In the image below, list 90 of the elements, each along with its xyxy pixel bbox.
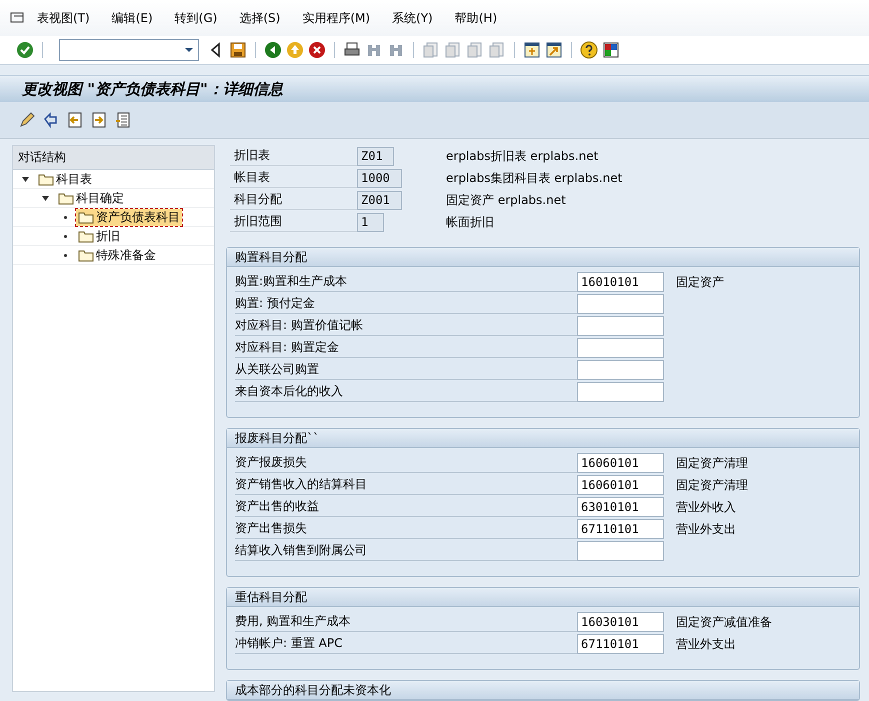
- group-title: 成本部分的科目分配未资本化: [227, 681, 859, 700]
- group-title: 重估科目分配: [227, 588, 859, 607]
- input-field[interactable]: [577, 360, 664, 380]
- save-icon[interactable]: [229, 41, 247, 59]
- input-field[interactable]: 63010101: [577, 497, 664, 517]
- input-field[interactable]: [577, 294, 664, 314]
- input-field[interactable]: 1000: [357, 168, 402, 188]
- menu-item[interactable]: 编辑(E): [112, 10, 153, 26]
- tree-node[interactable]: 折旧: [76, 228, 122, 244]
- field-description: 营业外支出: [676, 520, 736, 538]
- field-label: 资产销售收入的结算科目: [235, 475, 577, 495]
- menu-item[interactable]: 表视图(T): [37, 10, 90, 26]
- input-field[interactable]: 67110101: [577, 634, 664, 654]
- menu-item[interactable]: 帮助(H): [454, 10, 498, 26]
- back-circle-icon[interactable]: [264, 41, 282, 59]
- field-description: 固定资产 erplabs.net: [446, 192, 567, 208]
- input-field[interactable]: [577, 541, 664, 561]
- expanded-icon[interactable]: [41, 194, 50, 202]
- cancel-icon[interactable]: [308, 41, 326, 59]
- input-field[interactable]: [577, 338, 664, 358]
- shortcut-icon[interactable]: [545, 41, 563, 59]
- folder-icon: [78, 210, 94, 224]
- folder-icon: [78, 230, 94, 242]
- field-label: 资产出售损失: [235, 519, 577, 539]
- menu-item[interactable]: 转到(G): [174, 10, 218, 26]
- field-description: 营业外收入: [676, 498, 736, 516]
- input-field[interactable]: Z001: [357, 190, 402, 210]
- next-entry-icon[interactable]: [90, 111, 108, 129]
- screen-title: 更改视图 "资产负债表科目"：详细信息: [22, 80, 283, 98]
- field-description: 固定资产清理: [676, 476, 748, 494]
- field-description: 固定资产清理: [676, 454, 748, 472]
- command-field[interactable]: [59, 39, 199, 61]
- field-label: 资产报废损失: [235, 453, 577, 473]
- help-icon[interactable]: [580, 41, 598, 59]
- input-field[interactable]: Z01: [357, 146, 394, 166]
- menu-item[interactable]: 系统(Y): [392, 10, 433, 26]
- tree-node[interactable]: 特殊准备金: [76, 246, 158, 264]
- field-description: 固定资产减值准备: [676, 614, 772, 630]
- field-description: 固定资产: [676, 274, 724, 290]
- folder-icon: [58, 192, 74, 204]
- tree-label: 资产负债表科目: [96, 208, 180, 226]
- tree-node[interactable]: 资产负债表科目: [76, 208, 182, 226]
- undo-icon[interactable]: [42, 111, 60, 129]
- field-label: 对应科目: 购置定金: [235, 338, 577, 358]
- group-title: 购置科目分配: [227, 248, 859, 267]
- field-label: 结算收入销售到附属公司: [235, 541, 577, 561]
- input-field[interactable]: 16010101: [577, 272, 664, 292]
- field-label: 冲销帐户: 重置 APC: [235, 634, 577, 654]
- field-label: 来自资本后化的收入: [235, 382, 577, 402]
- input-field[interactable]: 67110101: [577, 519, 664, 539]
- tree-node[interactable]: 科目表: [36, 170, 94, 188]
- pencil-icon[interactable]: [18, 111, 36, 129]
- menu-item[interactable]: 实用程序(M): [302, 10, 370, 26]
- input-field[interactable]: [577, 382, 664, 402]
- tree-label: 科目确定: [76, 190, 124, 206]
- field-label: 对应科目: 购置价值记帐: [235, 316, 577, 336]
- tree-label: 特殊准备金: [96, 246, 156, 264]
- dropdown-arrow-icon[interactable]: [184, 47, 194, 53]
- field-description: erplabs集团科目表 erplabs.net: [446, 170, 624, 186]
- prev-entry-icon[interactable]: [66, 111, 84, 129]
- input-field[interactable]: 16030101: [577, 612, 664, 632]
- folder-icon: [38, 172, 54, 186]
- field-description: erplabs折旧表 erplabs.net: [446, 148, 600, 164]
- system-menu-icon[interactable]: [10, 11, 24, 25]
- layout-icon[interactable]: [602, 41, 620, 59]
- tree-node[interactable]: 科目确定: [56, 190, 126, 206]
- check-icon[interactable]: [16, 41, 34, 59]
- list-icon[interactable]: [114, 111, 132, 129]
- expanded-icon[interactable]: [21, 174, 30, 184]
- field-description: 营业外支出: [676, 636, 736, 652]
- field-description: 帐面折旧: [446, 214, 495, 230]
- field-label: 资产出售的收益: [235, 497, 577, 517]
- input-field[interactable]: 16060101: [577, 453, 664, 473]
- input-field[interactable]: [577, 316, 664, 336]
- bullet-icon: [64, 254, 67, 256]
- bullet-icon: [64, 216, 67, 218]
- new-window-icon[interactable]: [523, 41, 541, 59]
- tree-label: 折旧: [96, 228, 120, 244]
- tree-header: 对话结构: [13, 146, 214, 170]
- group-title: 报废科目分配``: [227, 429, 859, 448]
- field-label: 费用, 购置和生产成本: [235, 612, 577, 632]
- field-label: 购置:购置和生产成本: [235, 272, 577, 292]
- folder-icon: [78, 248, 94, 262]
- field-label: 从关联公司购置: [235, 360, 577, 380]
- input-field[interactable]: 1: [357, 212, 384, 232]
- tree-label: 科目表: [56, 170, 92, 188]
- field-label: 购置: 预付定金: [235, 294, 577, 314]
- bullet-icon: [64, 234, 67, 238]
- menu-item[interactable]: 选择(S): [239, 10, 280, 26]
- input-field[interactable]: 16060101: [577, 475, 664, 495]
